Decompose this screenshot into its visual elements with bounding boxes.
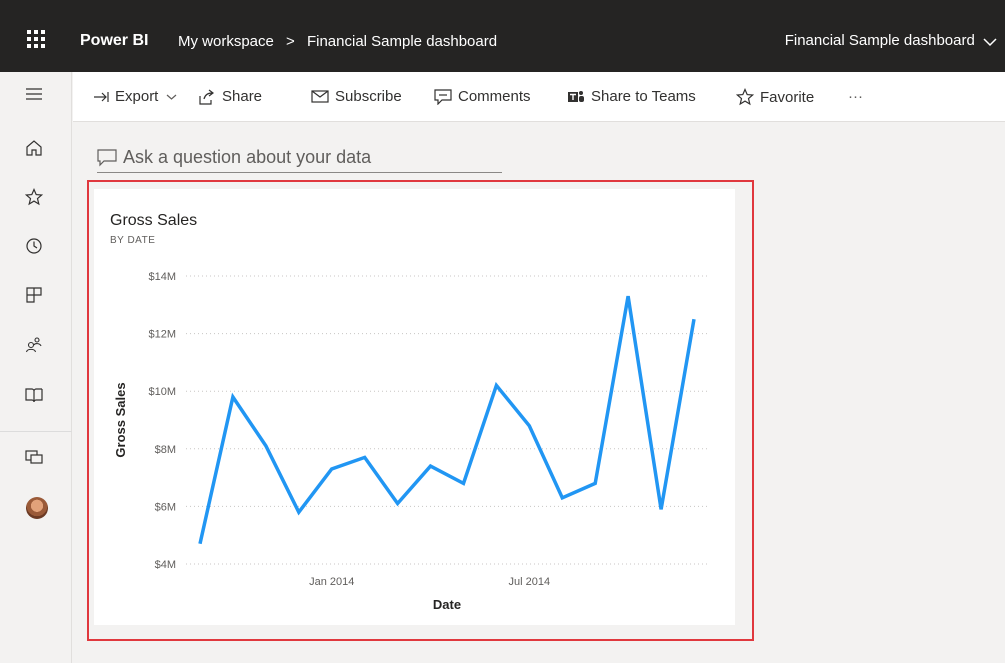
menu-icon[interactable] bbox=[24, 84, 44, 104]
star-icon bbox=[736, 88, 754, 106]
export-button[interactable]: Export bbox=[93, 88, 177, 105]
y-tick-label: $4M bbox=[155, 559, 176, 571]
line-chart: $4M $6M $8M $10M $12M $14M Jan 2014 Jul 2014 Dat… bbox=[113, 271, 709, 612]
export-icon bbox=[94, 91, 109, 102]
favorite-button[interactable]: Favorite bbox=[736, 88, 814, 106]
teams-icon bbox=[568, 90, 584, 102]
dashboard-title: Financial Sample dashboard bbox=[784, 32, 975, 49]
brand-label[interactable]: Power BI bbox=[80, 32, 148, 50]
comments-label: Comments bbox=[458, 88, 531, 105]
mail-icon bbox=[311, 90, 329, 103]
more-options-button[interactable]: ··· bbox=[848, 88, 863, 105]
clock-icon[interactable] bbox=[24, 236, 44, 256]
avatar[interactable] bbox=[26, 497, 48, 519]
star-icon[interactable] bbox=[24, 187, 44, 207]
breadcrumb-dashboard[interactable]: Financial Sample dashboard bbox=[307, 33, 497, 50]
share-label: Share bbox=[222, 88, 263, 105]
dashboard-title-dropdown[interactable]: Financial Sample dashboard bbox=[785, 32, 997, 49]
command-bar: Export Share Subscribe Comments Share to… bbox=[73, 72, 1005, 122]
breadcrumb: My workspace > Financial Sample dashboar… bbox=[178, 33, 497, 50]
comment-icon bbox=[97, 148, 117, 166]
qna-input[interactable]: Ask a question about your data bbox=[97, 143, 502, 173]
subscribe-button[interactable]: Subscribe bbox=[311, 88, 402, 105]
y-axis-title: Gross Sales bbox=[113, 382, 128, 457]
y-tick-label: $6M bbox=[155, 501, 176, 513]
y-tick-label: $12M bbox=[148, 329, 176, 341]
x-tick-label: Jul 2014 bbox=[509, 576, 551, 588]
left-nav bbox=[0, 72, 72, 663]
comment-icon bbox=[434, 88, 452, 105]
export-label: Export bbox=[115, 88, 159, 105]
learn-icon[interactable] bbox=[24, 385, 44, 405]
share-button[interactable]: Share bbox=[198, 88, 262, 105]
chevron-down-icon bbox=[983, 38, 997, 47]
x-tick-label: Jan 2014 bbox=[309, 576, 354, 588]
top-bar: Power BI My workspace > Financial Sample… bbox=[0, 0, 1005, 72]
home-icon[interactable] bbox=[24, 138, 44, 158]
y-tick-label: $14M bbox=[148, 271, 176, 283]
x-axis-title: Date bbox=[433, 597, 461, 612]
apps-icon[interactable] bbox=[24, 285, 44, 305]
share-to-teams-button[interactable]: Share to Teams bbox=[567, 88, 696, 105]
share-icon bbox=[199, 89, 214, 105]
share-to-teams-label: Share to Teams bbox=[591, 88, 696, 105]
workspaces-icon[interactable] bbox=[24, 447, 44, 467]
chevron-down-icon bbox=[166, 94, 177, 100]
gross-sales-tile[interactable]: Gross Sales BY DATE $4M $6M $8M $10M $12M $14… bbox=[94, 189, 735, 625]
breadcrumb-separator: > bbox=[286, 33, 295, 50]
breadcrumb-workspace[interactable]: My workspace bbox=[178, 33, 274, 50]
y-tick-label: $8M bbox=[155, 444, 176, 456]
shared-with-me-icon[interactable] bbox=[24, 335, 44, 355]
comments-button[interactable]: Comments bbox=[434, 88, 531, 105]
favorite-label: Favorite bbox=[760, 88, 815, 106]
app-launcher-icon[interactable] bbox=[27, 30, 45, 48]
subscribe-label: Subscribe bbox=[335, 88, 402, 105]
qna-placeholder: Ask a question about your data bbox=[123, 147, 372, 167]
nav-divider bbox=[0, 431, 72, 432]
y-tick-label: $10M bbox=[148, 386, 176, 398]
